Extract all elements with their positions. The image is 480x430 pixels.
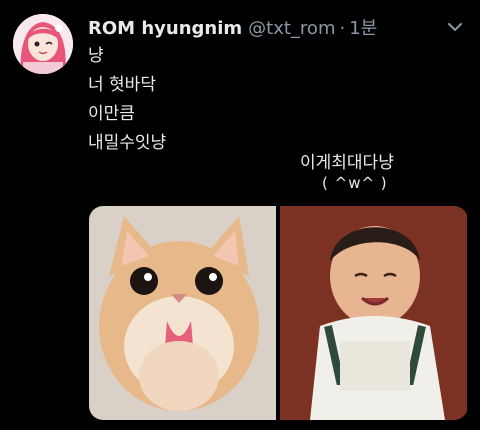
separator: ·	[339, 18, 346, 39]
media-image-cat[interactable]	[89, 206, 276, 420]
avatar[interactable]	[13, 14, 73, 74]
chevron-down-icon[interactable]	[446, 18, 464, 36]
media-image-baby[interactable]	[280, 206, 467, 420]
caption-text: 이게최대다냥	[300, 153, 394, 173]
timestamp[interactable]: 1분	[349, 14, 377, 40]
tweet-line: 내밀수잇냥	[88, 133, 167, 153]
tweet-header: ROM hyungnim @txt_rom · 1분	[88, 14, 377, 40]
user-handle[interactable]: @txt_rom	[248, 18, 335, 39]
anime-avatar-image	[13, 14, 73, 74]
tweet-line: 이만큼	[88, 104, 135, 124]
tweet-text: 냥 너 혓바닥 이만큼 내밀수잇냥	[88, 42, 166, 158]
display-name[interactable]: ROM hyungnim	[88, 18, 242, 39]
tweet-line: 너 혓바닥	[88, 75, 156, 95]
kaomoji-text: ( ^w^ )	[322, 174, 388, 192]
media-grid	[89, 206, 468, 420]
tweet[interactable]: ROM hyungnim @txt_rom · 1분 냥 너 혓바닥 이만큼 내…	[0, 0, 480, 430]
tweet-line: 냥	[88, 46, 104, 66]
